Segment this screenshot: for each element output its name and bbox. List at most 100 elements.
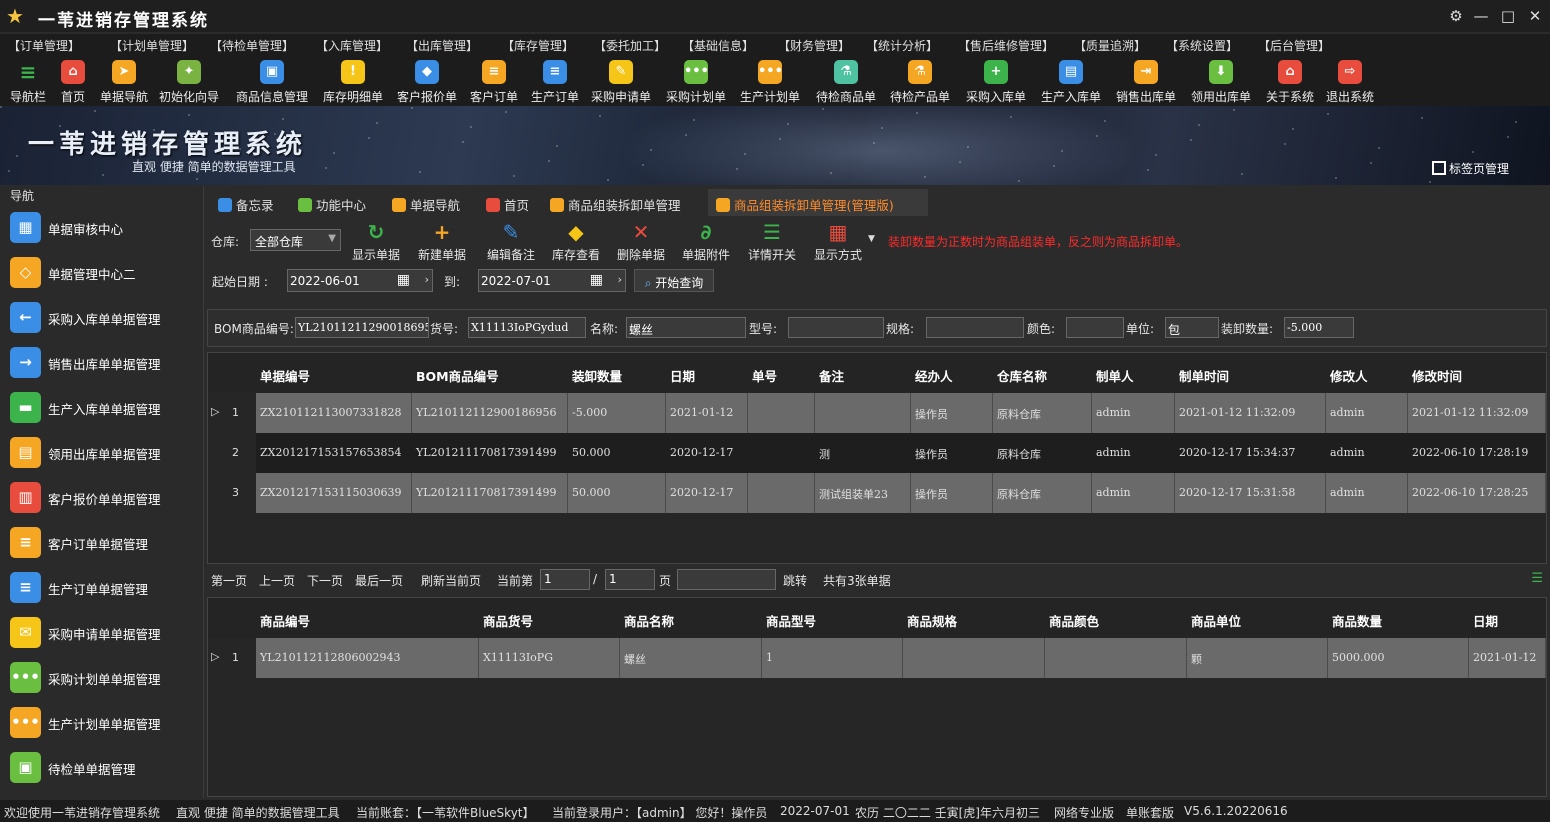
sidebar-item-1[interactable]: ◇ 单据管理中心二 (0, 250, 203, 294)
toolbar-menu-lines-button[interactable]: ≡ 导航栏 (4, 58, 52, 104)
menu-item-7[interactable]: 【基础信息】 (682, 37, 754, 54)
action-tiles-button[interactable]: ▦ 显示方式 (806, 218, 870, 264)
menu-item-9[interactable]: 【统计分析】 (866, 37, 938, 54)
main_grid-header-3[interactable]: 日期 (670, 366, 695, 385)
menu-item-13[interactable]: 【后台管理】 (1258, 37, 1330, 54)
tab-0[interactable]: 备忘录 (218, 189, 290, 216)
menu-item-2[interactable]: 【待检单管理】 (210, 37, 294, 54)
menu-item-0[interactable]: 【订单管理】 (8, 37, 80, 54)
main_grid-header-9[interactable]: 制单时间 (1179, 366, 1229, 385)
tab-active[interactable]: 商品组装拆卸单管理(管理版) (708, 189, 928, 216)
model-input[interactable] (788, 317, 884, 338)
main_grid-header-4[interactable]: 单号 (752, 366, 777, 385)
sidebar-item-4[interactable]: ▬ 生产入库单单据管理 (0, 385, 203, 429)
tab-3[interactable]: 首页 (486, 189, 538, 216)
warehouse-select[interactable]: 全部仓库 ▼ (250, 229, 341, 251)
toolbar-plus-circle-button[interactable]: + 采购入库单 (962, 58, 1030, 104)
action-box-button[interactable]: ◆ 库存查看 (546, 218, 606, 264)
toolbar-download-button[interactable]: ⬇ 领用出库单 (1188, 58, 1254, 104)
toolbar-document-button[interactable]: ≡ 生产订单 (528, 58, 582, 104)
last-page-button[interactable]: 最后一页 (355, 572, 403, 589)
table-row[interactable]: 2 ZX201217153157653854 YL20121117081739149… (208, 433, 1546, 473)
toolbar-chat-dots-button[interactable]: ••• 采购计划单 (662, 58, 730, 104)
menu-item-3[interactable]: 【入库管理】 (316, 37, 388, 54)
start-query-button[interactable]: ⌕ 开始查询 (634, 269, 714, 292)
detail_grid-header-0[interactable]: 商品编号 (260, 611, 310, 630)
settings-gear-icon[interactable]: ⚙ (1445, 5, 1467, 27)
toolbar-edit-doc-button[interactable]: ✎ 采购申请单 (588, 58, 654, 104)
menu-item-11[interactable]: 【质量追溯】 (1074, 37, 1146, 54)
sidebar-item-3[interactable]: → 销售出库单单据管理 (0, 340, 203, 384)
toolbar-export-button[interactable]: ⇥ 销售出库单 (1112, 58, 1180, 104)
toolbar-tag-button[interactable]: ◆ 客户报价单 (394, 58, 460, 104)
toolbar-pointer-button[interactable]: ➤ 单据导航 (98, 58, 150, 104)
toolbar-warning-button[interactable]: ! 库存明细单 (318, 58, 388, 104)
action-list-button[interactable]: ☰ 详情开关 (740, 218, 804, 264)
action-plus-button[interactable]: + 新建单据 (410, 218, 474, 264)
chevron-right-icon[interactable]: › (618, 273, 622, 286)
qty-input[interactable]: -5.000 (1284, 317, 1354, 338)
current-page-input[interactable]: 1 (540, 569, 590, 590)
sidebar-item-8[interactable]: ≡ 生产订单单据管理 (0, 565, 203, 609)
detail_grid-header-5[interactable]: 商品颜色 (1049, 611, 1099, 630)
detail_grid-header-6[interactable]: 商品单位 (1191, 611, 1241, 630)
maximize-icon[interactable]: □ (1497, 5, 1519, 27)
toolbar-document-button[interactable]: ≡ 客户订单 (466, 58, 522, 104)
name-input[interactable]: 螺丝 (626, 317, 746, 338)
jump-button[interactable]: 跳转 (783, 572, 807, 589)
menu-item-1[interactable]: 【计划单管理】 (110, 37, 194, 54)
first-page-button[interactable]: 第一页 (211, 572, 247, 589)
menu-item-6[interactable]: 【委托加工】 (594, 37, 666, 54)
main_grid-header-10[interactable]: 修改人 (1330, 366, 1368, 385)
bom-input[interactable]: YL210112112900186956 (295, 317, 429, 338)
toolbar-logout-button[interactable]: ⇨ 退出系统 (1322, 58, 1378, 104)
list-settings-icon[interactable]: ☰ (1531, 571, 1543, 586)
calendar-icon[interactable]: ▦ (397, 272, 410, 288)
chevron-down-icon[interactable]: ▼ (868, 234, 875, 244)
minimize-icon[interactable]: — (1470, 5, 1492, 27)
main_grid-header-1[interactable]: BOM商品编号 (416, 366, 499, 385)
menu-item-5[interactable]: 【库存管理】 (502, 37, 574, 54)
tab-manage-button[interactable]: 标签页管理 (1432, 160, 1509, 177)
action-paperclip-button[interactable]: ∂ 单据附件 (676, 218, 736, 264)
main_grid-header-8[interactable]: 制单人 (1096, 366, 1134, 385)
main_grid-header-7[interactable]: 仓库名称 (997, 366, 1047, 385)
sidebar-item-5[interactable]: ▤ 领用出库单单据管理 (0, 430, 203, 474)
unit-input[interactable]: 包 (1165, 317, 1219, 338)
end-date-input[interactable]: 2022-07-01 ▦ › (478, 269, 626, 292)
detail_grid-header-8[interactable]: 日期 (1473, 611, 1498, 630)
detail_grid-header-3[interactable]: 商品型号 (766, 611, 816, 630)
table-row[interactable]: ▷ 1 ZX210112113007331828 YL2101121129001869… (208, 393, 1546, 433)
toolbar-magic-wand-button[interactable]: ✦ 初始化向导 (158, 58, 220, 104)
main_grid-header-2[interactable]: 装卸数量 (572, 366, 622, 385)
menu-item-10[interactable]: 【售后维修管理】 (958, 37, 1054, 54)
action-edit-button[interactable]: ✎ 编辑备注 (478, 218, 544, 264)
color-input[interactable] (1066, 317, 1124, 338)
chevron-right-icon[interactable]: › (425, 273, 429, 286)
toolbar-cubes-button[interactable]: ▣ 商品信息管理 (232, 58, 312, 104)
sku-input[interactable]: X11113IoPGydud (468, 317, 586, 338)
toolbar-flask-button[interactable]: ⚗ 待检商品单 (812, 58, 880, 104)
prev-page-button[interactable]: 上一页 (259, 572, 295, 589)
tab-2[interactable]: 单据导航 (392, 189, 464, 216)
detail_grid-header-7[interactable]: 商品数量 (1332, 611, 1382, 630)
refresh-page-button[interactable]: 刷新当前页 (421, 572, 481, 589)
close-icon[interactable]: ✕ (1524, 5, 1546, 27)
main_grid-header-11[interactable]: 修改时间 (1412, 366, 1462, 385)
spec-input[interactable] (926, 317, 1024, 338)
menu-item-8[interactable]: 【财务管理】 (778, 37, 850, 54)
sidebar-item-7[interactable]: ≡ 客户订单单据管理 (0, 520, 203, 564)
toolbar-house-info-button[interactable]: ⌂ 关于系统 (1262, 58, 1318, 104)
menu-item-4[interactable]: 【出库管理】 (406, 37, 478, 54)
main_grid-header-6[interactable]: 经办人 (915, 366, 953, 385)
sidebar-item-10[interactable]: ••• 采购计划单单据管理 (0, 655, 203, 699)
detail_grid-header-1[interactable]: 商品货号 (483, 611, 533, 630)
toolbar-flask-button[interactable]: ⚗ 待检产品单 (886, 58, 954, 104)
tab-1[interactable]: 功能中心 (298, 189, 372, 216)
toolbar-hand-truck-button[interactable]: ▤ 生产入库单 (1036, 58, 1106, 104)
detail_grid-header-4[interactable]: 商品规格 (907, 611, 957, 630)
calendar-icon[interactable]: ▦ (590, 272, 603, 288)
toolbar-chat-dots-button[interactable]: ••• 生产计划单 (736, 58, 804, 104)
sidebar-item-0[interactable]: ▦ 单据审核中心 (0, 205, 203, 249)
main_grid-header-0[interactable]: 单据编号 (260, 366, 310, 385)
